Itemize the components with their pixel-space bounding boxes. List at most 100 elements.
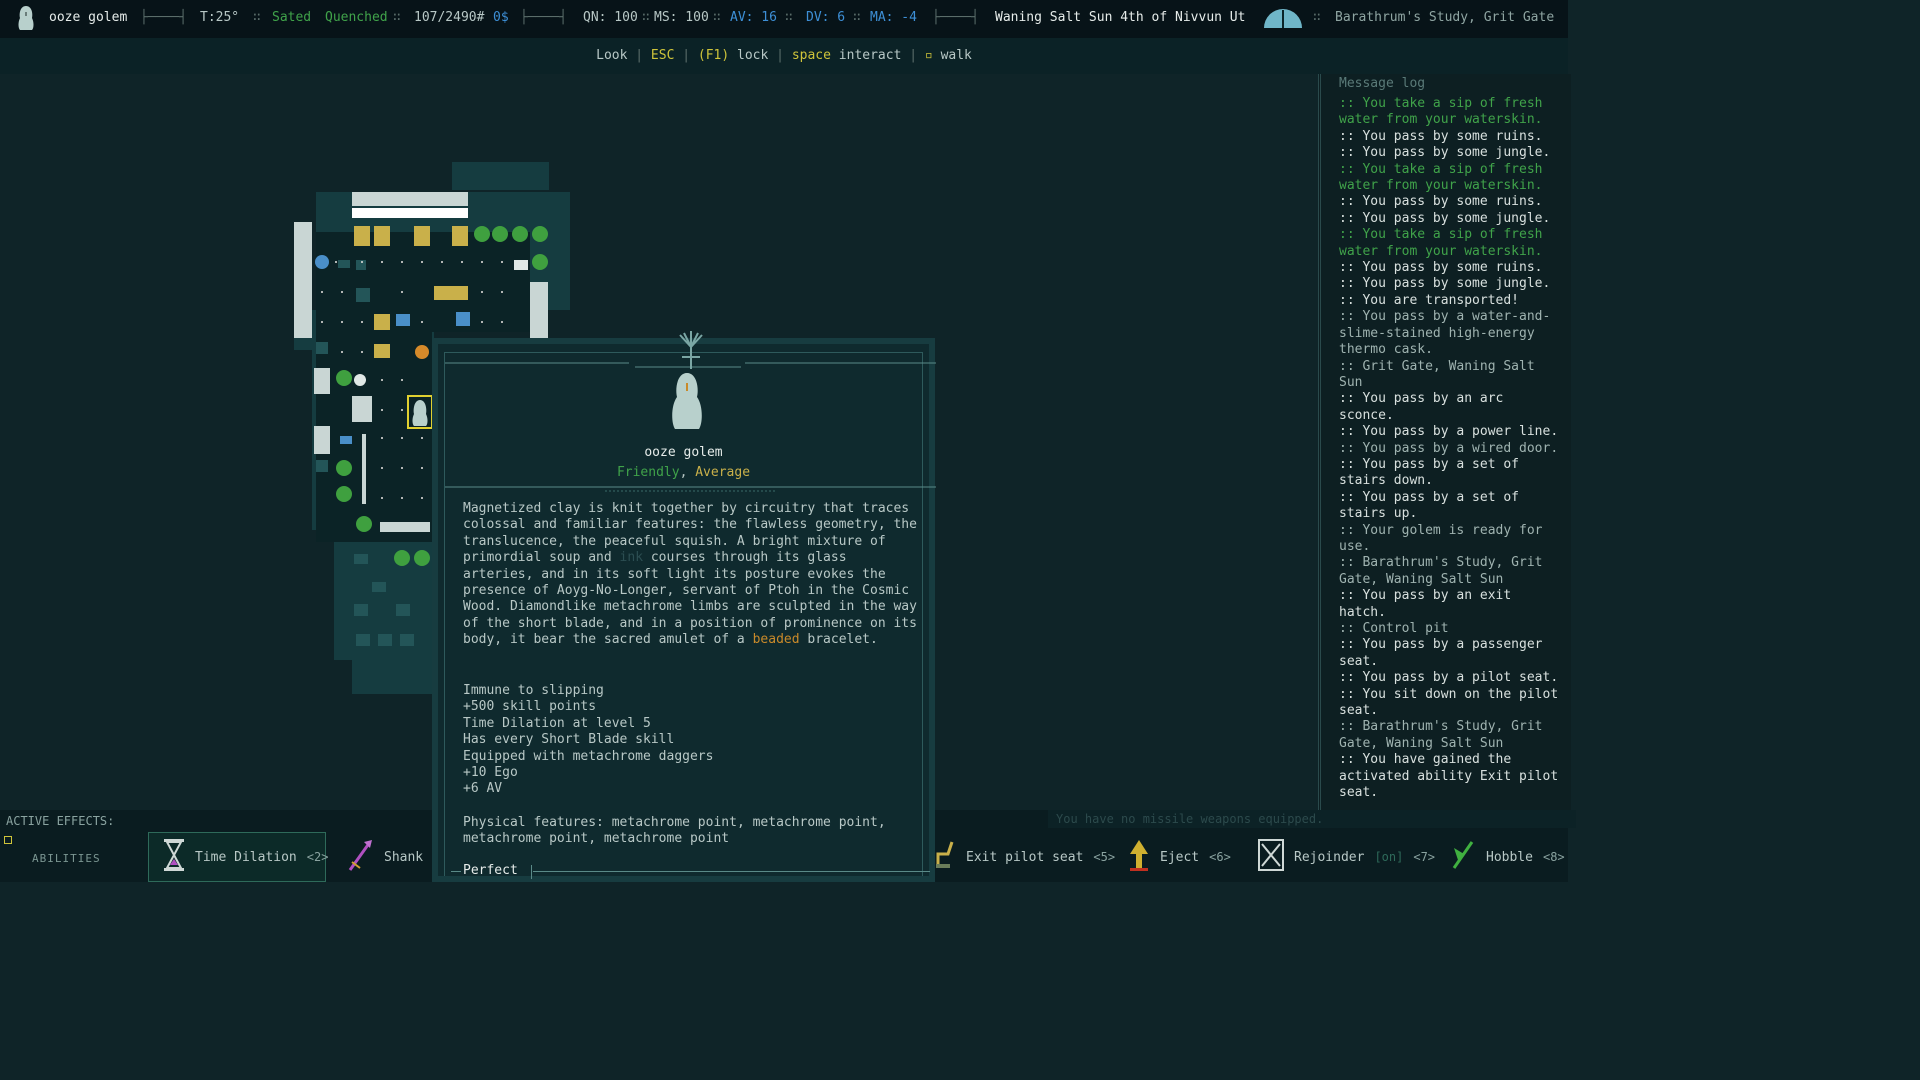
ability-eject[interactable]: Eject <6> [1128,832,1231,882]
missile-weapon-status: You have no missile weapons equipped. [1048,810,1576,828]
ability-name: Exit pilot seat [966,849,1084,865]
location: Barathrum's Study, Grit Gate [1335,10,1555,25]
dagger-icon [348,838,374,876]
message-log-line: :: You pass by some jungle. [1339,210,1551,226]
message-log-line: :: You pass by a power line. [1339,424,1559,440]
esc-key[interactable]: ESC [651,48,674,63]
message-log-line: :: You pass by a set of stairs up. [1339,489,1520,522]
abilities-label[interactable]: ABILITIES [32,852,101,865]
creature-name: ooze golem [644,445,723,460]
divider: ∷ [642,10,650,25]
ability-key: <7> [1413,850,1436,864]
ability-name: Time Dilation [195,849,297,865]
trait-line: Immune to slipping [463,683,604,698]
message-log-line: :: Barathrum's Study, Grit Gate, Waning … [1339,719,1543,751]
message-log-line: :: You pass by some ruins. [1339,260,1543,276]
message-log-line: :: Control pit [1339,621,1449,636]
sultan-emblem-icon [674,331,708,375]
ability-key: <5> [1093,850,1116,864]
message-log-line: :: You take a sip of fresh water from yo… [1339,227,1543,259]
ability-key: <8> [1542,850,1565,864]
creature-status: Friendly, Average [616,465,751,480]
money: 0$ [493,10,509,25]
thirst-status: Quenched [325,10,388,25]
ability-time-dilation[interactable]: Time Dilation <2> [148,832,329,882]
weight: 107/2490# [414,10,485,25]
message-log-line: :: You pass by an exit hatch. [1339,588,1512,620]
status-bar: ooze golem ├────┤ T:25° ∷ Sated Quenched… [0,0,1568,38]
dodge-value: DV: 6 [806,10,846,25]
move-speed: MS: 100 [654,10,709,25]
divider: ∷ [1313,10,1321,25]
interact-label: interact [838,48,902,63]
physical-features: Physical features: metachrome point, met… [463,815,886,847]
message-log-line: :: You pass by an arc sconce. [1339,391,1504,423]
attitude: Friendly [616,465,680,480]
message-log-line: :: You pass by a pilot seat. [1339,670,1559,686]
ability-name: Rejoinder [1294,849,1365,865]
pilot-seat-icon [934,838,956,876]
message-log-line: :: You pass by some ruins. [1339,128,1543,144]
ability-name: Hobble [1486,849,1533,865]
golem-portrait-icon [665,371,709,437]
walk-key-icon[interactable]: ▫ [925,48,933,63]
trait-line: +10 Ego [463,765,518,781]
space-key[interactable]: space [792,48,831,63]
ability-state: [on] [1374,850,1404,864]
trait-line: +6 AV [463,781,503,797]
ability-key: <6> [1209,850,1231,864]
hunger-status: Sated [272,10,312,25]
message-log-line: :: You pass by a set of stairs down. [1339,456,1520,489]
f1-key[interactable]: (F1) [698,48,729,63]
message-log-line: :: You are transported! [1339,292,1520,308]
divider: ├────┤ [140,10,187,25]
look-popup[interactable]: ooze golem Friendly, Average Magnetized … [432,331,936,882]
abilities-toggle-icon[interactable] [4,836,12,844]
hobble-icon [1450,838,1476,876]
message-log-panel[interactable]: Message log :: You take a sip of fresh w… [1318,74,1571,810]
control-hint-bar: Look | ESC | (F1) lock | space interact … [0,38,1568,74]
golem-avatar-icon[interactable] [14,4,38,36]
ability-key: <2> [306,850,329,864]
active-effects-label: ACTIVE EFFECTS: [6,814,115,828]
ability-name: Eject [1160,849,1200,865]
trait-line: Has every Short Blade skill [463,732,675,748]
game-date: Waning Salt Sun 4th of Nivvun Ut [995,10,1246,25]
message-log-line: :: Grit Gate, Waning Salt Sun [1339,358,1535,390]
divider: ∷ [853,10,861,25]
creature-description: Magnetized clay is knit together by circ… [463,501,917,648]
message-log-line: :: You pass by a wired door. [1339,440,1559,456]
eject-arrow-icon [1128,838,1150,876]
divider: ∷ [785,10,793,25]
mental-armor: MA: -4 [870,10,917,25]
message-log-line: :: You sit down on the pilot seat. [1339,686,1559,719]
trait-line: Equipped with metachrome daggers [463,748,714,764]
message-log-line: :: You pass by a water-and-slime-stained… [1339,309,1551,358]
ability-hobble[interactable]: Hobble <8> [1450,832,1565,882]
look-mode-label: Look [596,48,628,63]
rejoinder-icon [1258,838,1284,876]
message-log-line: :: You pass by some jungle. [1339,276,1551,292]
hourglass-icon [163,838,185,876]
walk-label: walk [940,48,972,63]
ability-exit-pilot-seat[interactable]: Exit pilot seat <5> [934,832,1115,882]
divider: ├────┤ [932,10,979,25]
message-log-title: Message log [1339,76,1426,91]
sun-dial-icon [1262,6,1304,34]
divider: ∷ [713,10,721,25]
message-log-line: :: You pass by some jungle. [1339,145,1551,161]
divider: ├────┤ [520,10,567,25]
popup-frame: ooze golem Friendly, Average Magnetized … [444,331,936,879]
message-log-line: :: Barathrum's Study, Grit Gate, Waning … [1339,555,1543,587]
condition-label: Perfect [463,863,518,878]
message-log-lines: :: You take a sip of fresh water from yo… [1339,96,1561,801]
message-log-line: :: You pass by a passenger seat. [1339,637,1543,669]
ability-rejoinder[interactable]: Rejoinder [on] <7> [1258,832,1435,882]
message-log-line: :: You have gained the activated ability… [1339,752,1559,801]
ability-name: Shank [384,849,424,865]
message-log-line: :: Your golem is ready for use. [1339,522,1543,554]
divider: ∷ [253,10,261,25]
difficulty: Average [695,465,751,480]
character-name[interactable]: ooze golem [49,10,127,25]
popup-divider [445,486,936,492]
